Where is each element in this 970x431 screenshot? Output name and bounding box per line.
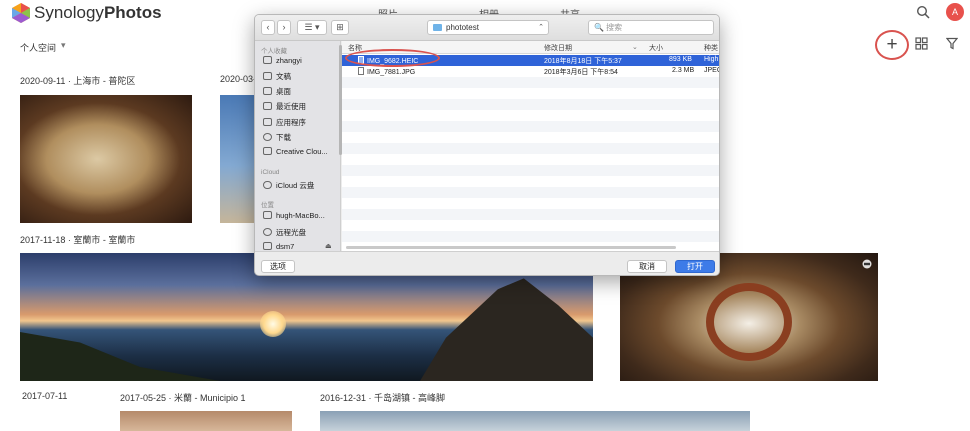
panorama-ring-shape — [706, 283, 792, 361]
sidebar-item-remote-disc[interactable]: 远程光盘 — [263, 227, 306, 238]
column-header-size[interactable]: 大小 — [649, 43, 663, 53]
file-list: 名称 修改日期 ⌄ 大小 种类 IMG_9682.HEIC 2018年8月18日… — [342, 41, 719, 251]
annotation-circle — [345, 49, 440, 67]
filter-icon[interactable] — [946, 37, 958, 50]
empty-row — [342, 143, 719, 154]
chevron-updown-icon: ⌃ — [538, 24, 544, 31]
photo-thumbnail[interactable] — [120, 411, 292, 431]
grid-view-icon[interactable] — [915, 37, 928, 50]
sidebar-heading-icloud: iCloud — [261, 169, 280, 176]
empty-row — [342, 198, 719, 209]
image-file-icon — [358, 67, 364, 75]
clock-icon — [263, 102, 272, 110]
file-size: 2.3 MB — [672, 67, 695, 74]
synology-photos-logo-icon — [12, 3, 30, 23]
date-heading: 2020-09-11 · 上海市 - 普陀区 — [20, 76, 136, 86]
empty-row — [342, 176, 719, 187]
empty-row — [342, 187, 719, 198]
home-icon — [263, 56, 272, 64]
server-icon — [263, 242, 272, 250]
sidebar-item-recents[interactable]: 最近使用 — [263, 101, 306, 112]
cancel-button[interactable]: 取消 — [627, 260, 667, 273]
forward-button[interactable]: › — [277, 20, 291, 35]
new-folder-button[interactable]: ⊞ — [331, 20, 349, 35]
column-header-kind[interactable]: 种类 — [704, 43, 718, 53]
date-heading: 2017-07-11 — [22, 391, 68, 401]
options-button[interactable]: 选项 — [261, 260, 295, 273]
file-open-dialog: ‹ › ☰ ▾ ⊞ phototest ⌃ 🔍 搜索 个人收藏 zhangyi … — [254, 14, 720, 276]
cliff-shape — [20, 332, 220, 381]
file-kind: JPEG — [704, 67, 719, 74]
column-header-modified[interactable]: 修改日期 — [544, 43, 572, 53]
search-input[interactable]: 🔍 搜索 — [588, 20, 714, 35]
empty-row — [342, 110, 719, 121]
disc-icon — [263, 228, 272, 236]
chevron-down-icon[interactable]: ▾ — [61, 40, 66, 51]
sidebar-item-home[interactable]: zhangyi — [263, 56, 302, 65]
desktop-icon — [263, 87, 272, 95]
file-modified: 2018年8月18日 下午5:37 — [544, 58, 622, 65]
download-icon — [263, 133, 272, 141]
eject-icon[interactable]: ⏏ — [325, 242, 332, 250]
empty-row — [342, 77, 719, 88]
sidebar-item-applications[interactable]: 应用程序 — [263, 117, 306, 128]
sun-shape — [260, 311, 286, 337]
panorama-badge-icon — [862, 259, 872, 269]
folder-icon — [263, 147, 272, 155]
photo-thumbnail[interactable] — [20, 95, 192, 223]
search-icon[interactable] — [916, 5, 930, 19]
file-modified: 2018年3月6日 下午8:54 — [544, 69, 618, 76]
date-heading: 2017-11-18 · 室蘭市 - 室蘭市 — [20, 235, 136, 245]
open-button[interactable]: 打开 — [675, 260, 715, 273]
empty-row — [342, 132, 719, 143]
empty-row — [342, 231, 719, 242]
sort-chevron-icon[interactable]: ⌄ — [632, 43, 638, 51]
applications-icon — [263, 118, 272, 126]
add-button[interactable]: + — [875, 30, 909, 60]
empty-row — [342, 209, 719, 220]
sidebar-heading-locations: 位置 — [261, 202, 274, 209]
sidebar-item-downloads[interactable]: 下载 — [263, 132, 291, 143]
empty-row — [342, 165, 719, 176]
horizontal-scrollbar[interactable] — [346, 246, 676, 249]
app-brand: SynologyPhotos — [34, 3, 162, 22]
cliff-shape — [420, 278, 593, 381]
view-mode-button[interactable]: ☰ ▾ — [297, 20, 327, 35]
file-row[interactable]: IMG_7881.JPG 2018年3月6日 下午8:54 2.3 MB JPE… — [342, 66, 719, 77]
folder-icon — [433, 24, 442, 31]
file-kind: High — [704, 56, 719, 63]
photo-thumbnail[interactable] — [320, 411, 750, 431]
empty-row — [342, 88, 719, 99]
cloud-icon — [263, 181, 272, 189]
sidebar-item-macbook[interactable]: hugh-MacBo... — [263, 211, 325, 220]
empty-row — [342, 99, 719, 110]
sidebar-heading-favorites: 个人收藏 — [261, 48, 287, 55]
personal-space-label[interactable]: 个人空间 — [20, 41, 56, 54]
document-icon — [263, 72, 272, 80]
file-name: IMG_7881.JPG — [358, 67, 415, 76]
date-heading: 2017-05-25 · 米蘭 - Municipio 1 — [120, 393, 246, 403]
sidebar-item-creative-cloud[interactable]: Creative Clou... — [263, 147, 328, 156]
sidebar-item-dsm7[interactable]: dsm7 — [263, 242, 294, 251]
empty-row — [342, 121, 719, 132]
sidebar-item-documents[interactable]: 文稿 — [263, 71, 291, 82]
sidebar-item-icloud-drive[interactable]: iCloud 云盘 — [263, 180, 314, 191]
date-heading: 2016-12-31 · 千岛湖镇 - 高峰脚 — [320, 393, 446, 403]
dialog-sidebar: 个人收藏 zhangyi 文稿 桌面 最近使用 应用程序 下载 Creative… — [255, 41, 342, 251]
empty-row — [342, 154, 719, 165]
empty-row — [342, 220, 719, 231]
avatar[interactable]: A — [946, 3, 964, 21]
dialog-toolbar: ‹ › ☰ ▾ ⊞ phototest ⌃ 🔍 搜索 — [255, 15, 719, 41]
date-heading: 2020-03- — [220, 74, 257, 84]
file-size: 893 KB — [669, 56, 692, 63]
back-button[interactable]: ‹ — [261, 20, 275, 35]
location-popup[interactable]: phototest ⌃ — [427, 20, 549, 35]
laptop-icon — [263, 211, 272, 219]
dialog-footer: 选项 取消 打开 — [255, 251, 719, 275]
sidebar-item-desktop[interactable]: 桌面 — [263, 86, 291, 97]
